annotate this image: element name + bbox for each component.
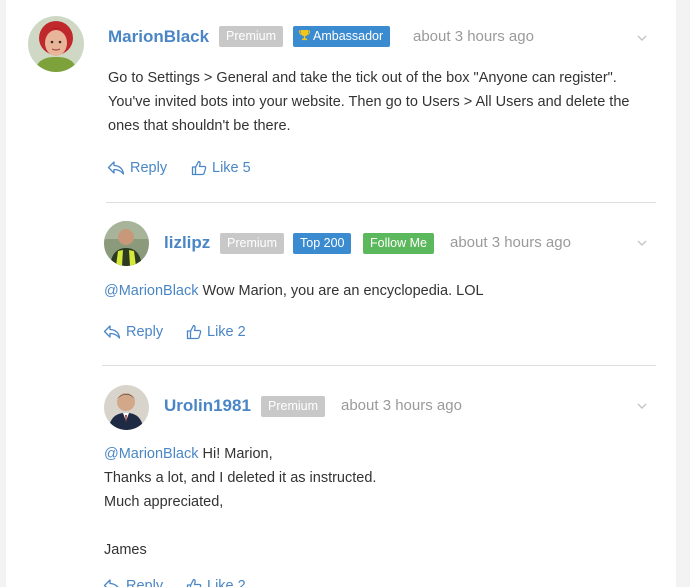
reply-label: Reply [126, 578, 164, 587]
reply-button[interactable]: Reply [103, 324, 163, 340]
comment-body: @MarionBlack Wow Marion, you are an ency… [104, 279, 484, 303]
comment-timestamp: about 3 hours ago [450, 234, 571, 251]
premium-badge: Premium [219, 26, 284, 47]
comment-line: James [104, 542, 147, 558]
comment-body: Go to Settings > General and take the ti… [108, 66, 629, 138]
reply-label: Reply [126, 324, 164, 340]
username-marionblack[interactable]: MarionBlack [108, 27, 209, 47]
reply-icon [103, 325, 121, 339]
comment-body: @MarionBlack Hi! Marion, Thanks a lot, a… [104, 442, 376, 562]
like-button[interactable]: Like 2 [186, 324, 246, 340]
username-urolin1981[interactable]: Urolin1981 [164, 396, 251, 416]
thumbs-up-icon [191, 160, 207, 176]
divider [106, 202, 656, 203]
like-label: Like 2 [207, 324, 246, 340]
premium-badge: Premium [261, 396, 326, 417]
reply-label: Reply [130, 160, 168, 176]
username-lizlipz[interactable]: lizlipz [164, 233, 210, 253]
top-200-badge: Top 200 [293, 233, 352, 254]
chevron-down-icon[interactable] [635, 399, 649, 413]
comment-timestamp: about 3 hours ago [341, 397, 462, 414]
follow-me-button[interactable]: Follow Me [363, 233, 434, 254]
like-button[interactable]: Like 2 [186, 578, 246, 587]
avatar-marionblack[interactable] [28, 16, 84, 72]
reply-icon [103, 579, 119, 587]
avatar-lizlipz[interactable] [104, 221, 149, 266]
mention-link[interactable]: @MarionBlack [104, 283, 199, 299]
comment-line [104, 514, 376, 538]
comment-line: You've invited bots into your website. T… [108, 94, 630, 110]
comment-thread: MarionBlack Premium Ambassador about 3 h… [6, 0, 676, 587]
reply-icon [107, 161, 125, 175]
thumbs-up-icon [186, 578, 202, 587]
thumbs-up-icon [186, 324, 202, 340]
comment-line: Go to Settings > General and take the ti… [108, 70, 617, 86]
comment-line: Thanks a lot, and I deleted it as instru… [104, 470, 377, 486]
chevron-down-icon[interactable] [635, 31, 649, 45]
comment-text: Hi! Marion, [198, 446, 273, 462]
like-button[interactable]: Like 5 [191, 160, 251, 176]
divider [102, 365, 656, 366]
comment-text: Wow Marion, you are an encyclopedia. LOL [198, 283, 484, 299]
comment-timestamp: about 3 hours ago [413, 28, 534, 45]
premium-badge: Premium [220, 233, 285, 254]
comment-line: ones that shouldn't be there. [108, 118, 291, 134]
like-label: Like 5 [212, 160, 251, 176]
mention-link[interactable]: @MarionBlack [104, 446, 199, 462]
reply-button[interactable]: Reply [107, 160, 167, 176]
trophy-icon [299, 30, 310, 41]
ambassador-badge-label: Ambassador [313, 29, 384, 43]
like-label: Like 2 [207, 578, 246, 587]
avatar-urolin1981[interactable] [104, 385, 149, 430]
reply-button[interactable]: Reply [103, 578, 163, 587]
comment-line: @MarionBlack Hi! Marion, [104, 442, 376, 466]
comment-line: Much appreciated, [104, 494, 224, 510]
ambassador-badge: Ambassador [293, 26, 391, 47]
chevron-down-icon[interactable] [635, 236, 649, 250]
